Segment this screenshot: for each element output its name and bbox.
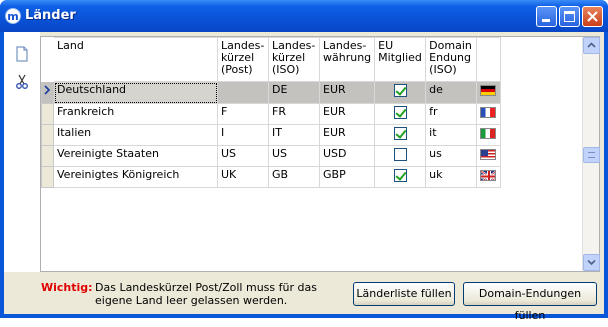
window: m Länder Land Landes- kürzel (Post) Land… [0, 0, 608, 322]
col-header-land[interactable]: Land [53, 37, 218, 82]
table-row[interactable]: Vereinigte Staaten US US USD us [41, 145, 502, 167]
col-header-kuerzel-iso[interactable]: Landes- kürzel (ISO) [268, 37, 320, 82]
row-pointer-icon [44, 85, 51, 95]
cell-kuerzel-iso[interactable]: US [268, 145, 320, 167]
table-row[interactable]: Frankreich F FR EUR fr [41, 103, 502, 125]
flag-it-icon [480, 128, 497, 139]
eu-checkbox[interactable] [393, 169, 407, 182]
countries-table: Land Landes- kürzel (Post) Landes- kürze… [41, 37, 502, 188]
eu-checkbox[interactable] [393, 106, 407, 119]
table-row[interactable]: Deutschland DE EUR de [41, 81, 502, 104]
row-header[interactable] [41, 166, 54, 188]
col-header-waehrung[interactable]: Landes- währung [318, 37, 376, 82]
minimize-icon [542, 19, 550, 22]
cell-domain[interactable]: it [425, 124, 478, 146]
flag-gb-icon [480, 170, 497, 181]
cell-kuerzel-iso[interactable]: DE [268, 81, 320, 104]
flag-fr-icon [480, 107, 497, 118]
cell-eu [374, 81, 427, 104]
vertical-scrollbar[interactable] [582, 37, 600, 271]
cell-waehrung[interactable]: EUR [318, 103, 376, 125]
cell-domain[interactable]: de [425, 81, 478, 104]
countries-grid[interactable]: Land Landes- kürzel (Post) Landes- kürze… [40, 36, 600, 272]
minimize-button[interactable] [536, 6, 557, 27]
side-toolbar [4, 32, 40, 272]
cell-kuerzel-post[interactable]: I [217, 124, 269, 146]
close-button[interactable] [582, 6, 603, 27]
fill-domain-endings-button[interactable]: Domain-Endungen füllen [463, 282, 597, 322]
cell-domain[interactable]: us [425, 145, 478, 167]
cell-flag [476, 124, 502, 146]
eu-checkbox[interactable] [393, 148, 407, 161]
dialog-client-area: Land Landes- kürzel (Post) Landes- kürze… [4, 32, 604, 322]
eu-checkbox[interactable] [393, 127, 407, 140]
title-bar[interactable]: m Länder [0, 0, 608, 32]
cell-kuerzel-iso[interactable]: GB [268, 166, 320, 188]
header-line: währung [323, 51, 372, 64]
cell-eu [374, 103, 427, 125]
cell-land[interactable]: Deutschland [53, 81, 218, 104]
cell-waehrung[interactable]: USD [318, 145, 376, 167]
cell-land[interactable]: Vereinigtes Königreich [53, 166, 218, 188]
chevron-up-icon [587, 42, 596, 48]
cell-eu [374, 124, 427, 146]
cell-eu [374, 145, 427, 167]
header-line: (ISO) [429, 63, 457, 76]
app-icon[interactable]: m [5, 8, 21, 24]
table-row[interactable]: Vereinigtes Königreich UK GB GBP uk [41, 166, 502, 188]
cell-waehrung[interactable]: EUR [318, 81, 376, 104]
col-header-flag [476, 37, 502, 82]
cell-eu [374, 166, 427, 188]
cell-kuerzel-iso[interactable]: IT [268, 124, 320, 146]
cell-land[interactable]: Frankreich [53, 103, 218, 125]
flag-us-icon [480, 149, 497, 160]
row-header[interactable] [41, 145, 54, 167]
cell-domain[interactable]: uk [425, 166, 478, 188]
cell-flag [476, 103, 502, 125]
cell-kuerzel-post[interactable]: F [217, 103, 269, 125]
cell-land[interactable]: Italien [53, 124, 218, 146]
fill-country-list-button[interactable]: Länderliste füllen [353, 282, 455, 306]
row-header[interactable] [41, 81, 54, 104]
grip-icon [588, 152, 595, 158]
scroll-thumb[interactable] [583, 147, 600, 163]
row-header[interactable] [41, 124, 54, 146]
row-header-corner [41, 37, 54, 82]
col-header-eu[interactable]: EU Mitglied [374, 37, 427, 82]
cell-kuerzel-post[interactable] [217, 81, 269, 104]
close-icon [587, 11, 598, 22]
cell-flag [476, 81, 502, 104]
col-header-kuerzel-post[interactable]: Landes- kürzel (Post) [217, 37, 269, 82]
cell-flag [476, 145, 502, 167]
scroll-down-button[interactable] [583, 254, 600, 271]
scroll-up-button[interactable] [583, 37, 600, 54]
scissors-icon[interactable] [14, 74, 30, 90]
flag-de-icon [480, 85, 497, 96]
header-line: (ISO) [272, 63, 300, 76]
table-row[interactable]: Italien I IT EUR it [41, 124, 502, 146]
header-line: Mitglied [378, 51, 422, 64]
important-label: Wichtig: [41, 281, 93, 294]
cell-kuerzel-post[interactable]: US [217, 145, 269, 167]
col-header-domain[interactable]: Domain Endung (ISO) [425, 37, 478, 82]
row-header[interactable] [41, 103, 54, 125]
header-line: (Post) [221, 63, 253, 76]
cell-kuerzel-post[interactable]: UK [217, 166, 269, 188]
important-note: Das Landeskürzel Post/Zoll muss für das … [95, 281, 317, 307]
cell-flag [476, 166, 502, 188]
cell-domain[interactable]: fr [425, 103, 478, 125]
new-document-icon[interactable] [14, 46, 30, 62]
cell-waehrung[interactable]: EUR [318, 124, 376, 146]
window-title: Länder [25, 8, 76, 23]
maximize-button[interactable] [559, 6, 580, 27]
header-row: Land Landes- kürzel (Post) Landes- kürze… [41, 37, 502, 82]
cell-land[interactable]: Vereinigte Staaten [53, 145, 218, 167]
chevron-down-icon [587, 259, 596, 266]
cell-waehrung[interactable]: GBP [318, 166, 376, 188]
eu-checkbox[interactable] [393, 84, 407, 97]
cell-kuerzel-iso[interactable]: FR [268, 103, 320, 125]
maximize-icon [564, 11, 575, 22]
